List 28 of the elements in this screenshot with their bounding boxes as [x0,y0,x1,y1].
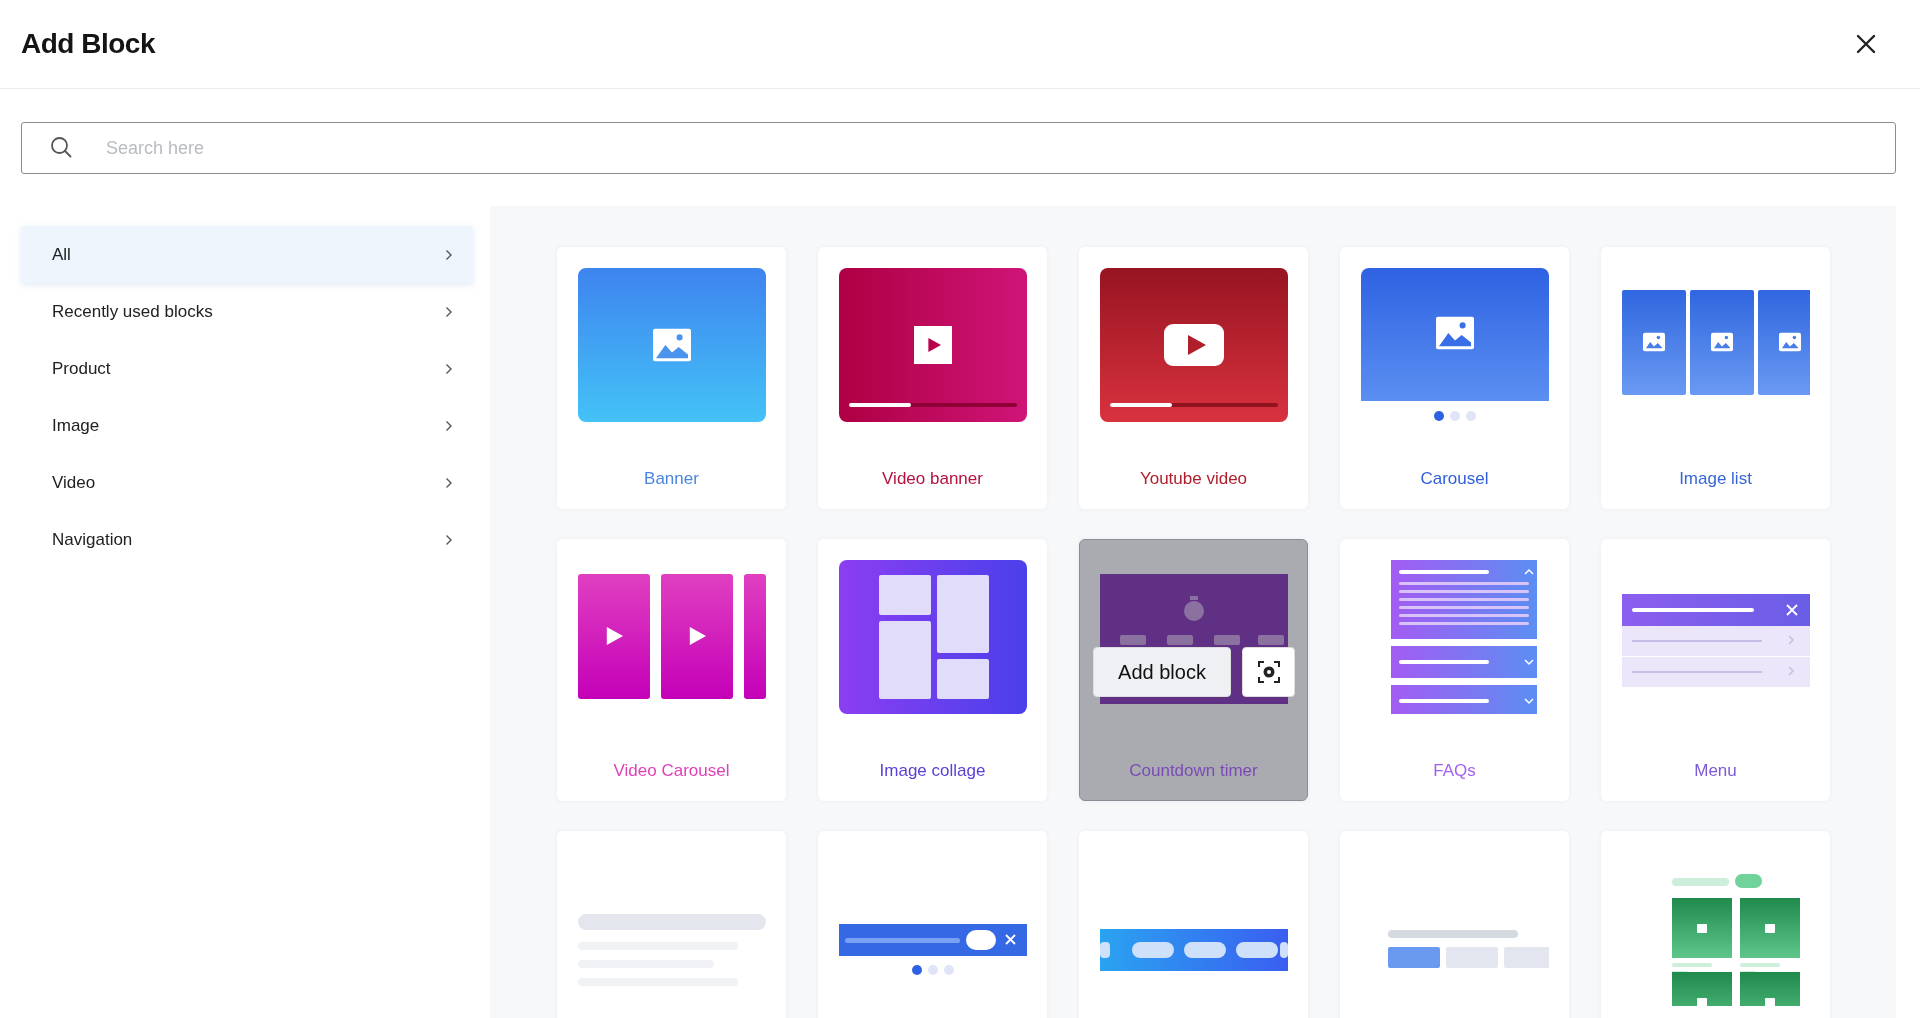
category-item[interactable]: All [21,226,473,283]
block-label: Video banner [881,469,984,489]
chevron-right-icon [445,362,453,375]
category-item[interactable]: Recently used blocks [21,283,473,340]
block-label: Countdown timer [1128,761,1259,781]
block-label: Image collage [878,761,987,781]
dialog-title: Add Block [21,28,155,60]
block-label: Carousel [1419,469,1490,489]
category-item[interactable]: Video [21,454,473,511]
category-item[interactable]: Navigation [21,511,473,568]
chevron-right-icon [445,476,453,489]
chevron-right-icon [445,305,453,318]
block-label: Menu [1693,761,1738,781]
category-item[interactable]: Image [21,397,473,454]
settings-icon [1256,660,1281,684]
block-label: Video Carousel [612,761,731,781]
block-label: Banner [643,469,700,489]
search-icon [50,136,72,158]
search-field[interactable]: Search here [21,122,1896,174]
block-label: Youtube video [1138,469,1249,489]
settings-button[interactable] [1242,647,1295,697]
add-block-button[interactable]: Add block [1093,647,1231,697]
chevron-right-icon [445,533,453,546]
block-label: Image list [1678,469,1753,489]
chevron-right-icon [445,419,453,432]
chevron-right-icon [445,248,453,261]
category-item[interactable]: Product [21,340,473,397]
block-label: FAQs [1432,761,1477,781]
